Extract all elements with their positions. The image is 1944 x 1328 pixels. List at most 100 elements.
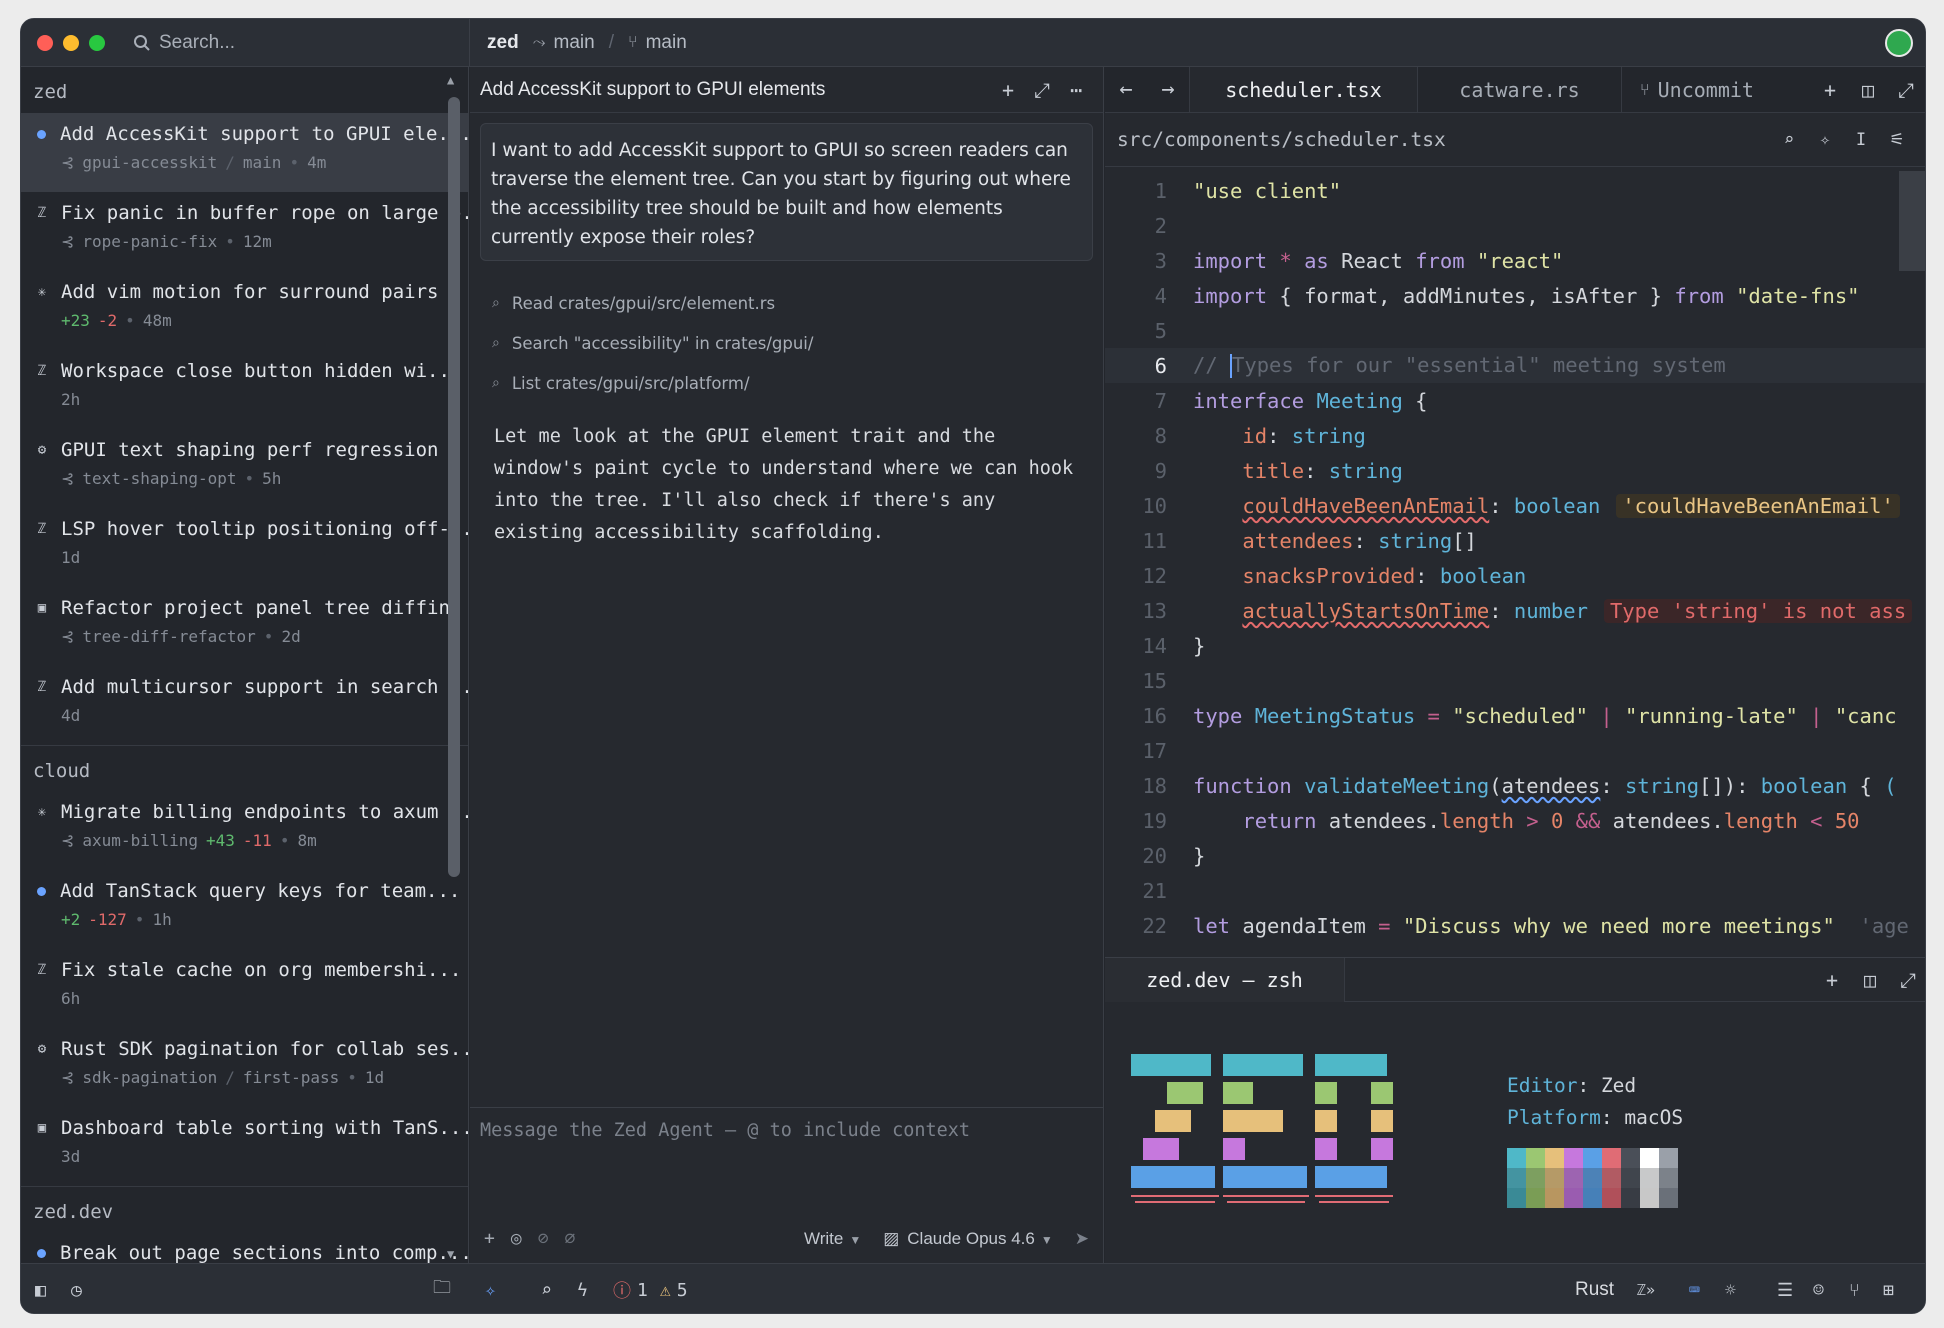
model-selector[interactable]: ▨ Claude Opus 4.6 ▼ xyxy=(883,1229,1053,1249)
thread-item[interactable]: Break out page sections into comp... xyxy=(21,1232,468,1263)
thread-item[interactable]: ▣ Dashboard table sorting with TanS... 3d xyxy=(21,1107,468,1186)
thread-item[interactable]: Add TanStack query keys for team... +2 -1… xyxy=(21,870,468,949)
message-composer[interactable]: Message the Zed Agent — @ to include con… xyxy=(470,1107,1103,1263)
code-area[interactable]: 1 "use client" 2 3 import * as React from … xyxy=(1105,171,1925,957)
globe-icon[interactable]: ◎ xyxy=(511,1228,522,1249)
divider xyxy=(469,19,470,67)
add-context-plus-icon[interactable]: + xyxy=(484,1228,495,1249)
code-line: 12 snacksProvided: boolean xyxy=(1105,558,1925,593)
mode-selector[interactable]: Write ▼ xyxy=(804,1229,861,1249)
logo-row-6 xyxy=(1131,1195,1393,1203)
tab-scheduler[interactable]: scheduler.tsx xyxy=(1189,67,1417,112)
new-thread-plus-icon[interactable]: + xyxy=(991,78,1025,102)
thread-item[interactable]: ℤ Add multicursor support in search ... 4… xyxy=(21,666,468,745)
vim-mode-icon[interactable]: ℤ» xyxy=(1637,1264,1655,1313)
terminal-tab[interactable]: zed.dev — zsh xyxy=(1105,957,1345,1002)
claude-asterisk-icon: ✳ xyxy=(37,804,47,820)
palette-swatch xyxy=(1583,1188,1602,1208)
search-icon[interactable]: ⌕ xyxy=(1771,130,1807,150)
lines-added: +23 xyxy=(61,311,90,330)
maximize-icon[interactable]: ⤢ xyxy=(1889,968,1925,992)
thread-item[interactable]: ℤ LSP hover tooltip positioning off-s... … xyxy=(21,508,468,587)
thread-item[interactable]: ℤ Fix stale cache on org membershi... 6h xyxy=(21,949,468,1028)
branch-icon: ⊰ xyxy=(61,153,75,172)
maximize-icon[interactable]: ⤢ xyxy=(1887,67,1925,112)
new-tab-plus-icon[interactable]: + xyxy=(1811,67,1849,112)
color-palette xyxy=(1507,1148,1678,1208)
thread-title: Break out page sections into comp... xyxy=(60,1242,469,1263)
tool-call[interactable]: ⌕ Search "accessibility" in crates/gpui/ xyxy=(492,323,1103,363)
search-icon: ⌕ xyxy=(492,295,500,311)
thread-title: Dashboard table sorting with TanS... xyxy=(61,1117,469,1139)
zed-agent-icon: ℤ xyxy=(37,521,47,537)
split-pane-icon[interactable]: ◫ xyxy=(1851,968,1889,992)
lightning-icon[interactable]: ϟ xyxy=(577,1264,588,1313)
minimize-window-button[interactable] xyxy=(63,35,79,51)
back-arrow-icon[interactable]: ← xyxy=(1105,67,1147,112)
thread-search[interactable]: Search... xyxy=(133,29,453,57)
toggle-sidebar-icon[interactable]: ◧ xyxy=(35,1264,46,1313)
code-line: 8 id: string xyxy=(1105,418,1925,453)
thread-item[interactable]: ℤ Fix panic in buffer rope on large p... … xyxy=(21,192,468,271)
warning-count: 5 xyxy=(676,1279,688,1301)
thread-item[interactable]: ℤ Workspace close button hidden wi... 2h xyxy=(21,350,468,429)
forward-arrow-icon[interactable]: → xyxy=(1147,67,1189,112)
project-name[interactable]: zed xyxy=(487,32,519,54)
thread-time: 5h xyxy=(262,469,282,488)
line-number: 4 xyxy=(1154,283,1167,308)
new-terminal-plus-icon[interactable]: + xyxy=(1813,968,1851,992)
settings-sliders-icon[interactable]: ⚟ xyxy=(1879,130,1915,150)
inline-assist-icon[interactable]: ✧ xyxy=(1807,130,1843,150)
tab-catware[interactable]: catware.rs xyxy=(1417,67,1621,112)
git-branch-icon[interactable]: ⑂ xyxy=(1849,1264,1860,1313)
history-clock-icon[interactable]: ◷ xyxy=(71,1264,82,1313)
language-selector[interactable]: Rust xyxy=(1575,1264,1614,1313)
separator: • xyxy=(263,627,274,646)
separator: / xyxy=(225,1068,235,1087)
thread-item[interactable]: ⚙ GPUI text shaping perf regression ⊰ text… xyxy=(21,429,468,508)
chevron-down-icon: ▼ xyxy=(849,1233,862,1247)
code-line: 5 xyxy=(1105,313,1925,348)
search-placeholder: Search... xyxy=(159,32,236,53)
collab-users-icon[interactable]: ☺ xyxy=(1813,1264,1824,1313)
scroll-up-arrow-icon[interactable]: ▲ xyxy=(447,73,454,87)
text-cursor-icon[interactable]: I xyxy=(1843,130,1879,150)
git-branch[interactable]: ⑂ main xyxy=(628,32,687,54)
diagnostics-indicator[interactable]: ⓘ 1 ⚠ 5 xyxy=(613,1264,688,1313)
project-tree-icon[interactable]: ⊞ xyxy=(1883,1264,1894,1313)
send-icon[interactable]: ➤ xyxy=(1075,1229,1089,1249)
debug-bug-icon[interactable]: ☼ xyxy=(1725,1264,1736,1313)
tab-uncommitted[interactable]: ⑂ Uncommit xyxy=(1621,67,1811,112)
worktree-branch[interactable]: ⤳ main xyxy=(533,32,595,54)
scroll-down-arrow-icon[interactable]: ▼ xyxy=(447,1247,454,1261)
image-off-icon[interactable]: ⊘ xyxy=(538,1228,549,1249)
split-pane-icon[interactable]: ◫ xyxy=(1849,67,1887,112)
worktree-branch-label: main xyxy=(553,32,595,53)
zed-agent-icon: ℤ xyxy=(37,679,47,695)
thread-item[interactable]: ⚙ Rust SDK pagination for collab ses... ⊰… xyxy=(21,1028,468,1107)
tool-call[interactable]: ⌕ Read crates/gpui/src/element.rs xyxy=(492,283,1103,323)
zoom-window-button[interactable] xyxy=(89,35,105,51)
user-message: I want to add AccessKit support to GPUI … xyxy=(480,123,1093,261)
thread-item[interactable]: ✳ Add vim motion for surround pairs +23 -2… xyxy=(21,271,468,350)
agent-sparkle-icon[interactable]: ✧ xyxy=(485,1264,496,1313)
more-options-icon[interactable]: ⋯ xyxy=(1059,78,1093,102)
palette-swatch xyxy=(1621,1168,1640,1188)
palette-swatch xyxy=(1659,1188,1678,1208)
close-window-button[interactable] xyxy=(37,35,53,51)
outline-icon[interactable]: ☰ xyxy=(1777,1264,1793,1313)
thread-item[interactable]: Add AccessKit support to GPUI ele... ⊰ gp… xyxy=(21,113,468,192)
editor-scrollbar[interactable] xyxy=(1899,171,1925,271)
thread-item[interactable]: ▣ Refactor project panel tree diffing ⊰ tr… xyxy=(21,587,468,666)
expand-icon[interactable]: ⤢ xyxy=(1025,78,1059,102)
search-icon[interactable]: ⌕ xyxy=(541,1264,552,1313)
tool-call[interactable]: ⌕ List crates/gpui/src/platform/ xyxy=(492,363,1103,403)
avatar[interactable] xyxy=(1885,29,1913,57)
mention-off-icon[interactable]: ⌀ xyxy=(565,1228,576,1249)
thread-item[interactable]: ✳ Migrate billing endpoints to axum ... ⊰… xyxy=(21,791,468,870)
terminal-icon[interactable]: ⌨ xyxy=(1689,1264,1700,1313)
sidebar-scrollbar[interactable] xyxy=(448,97,460,877)
open-folder-icon[interactable]: 🗀 xyxy=(433,1264,451,1313)
line-number: 16 xyxy=(1142,703,1167,728)
thread-branch: text-shaping-opt xyxy=(82,469,237,488)
